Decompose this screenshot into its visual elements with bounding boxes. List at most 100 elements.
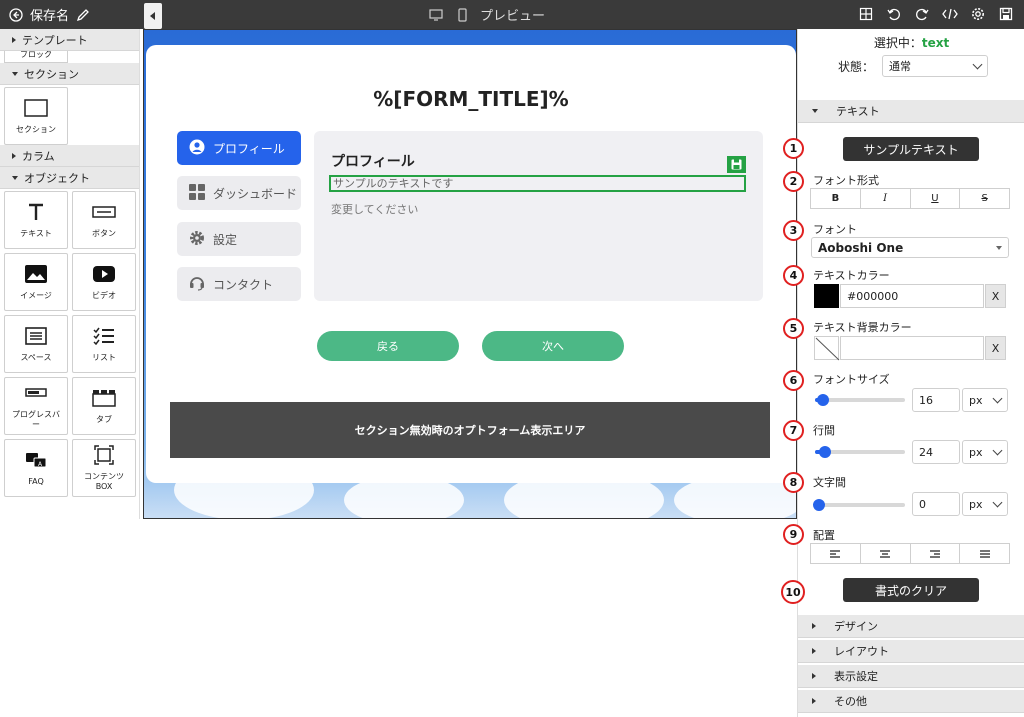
tab-settings[interactable]: 設定: [177, 222, 301, 256]
save-disk-icon[interactable]: [998, 6, 1014, 22]
section-header[interactable]: セクション: [0, 63, 139, 85]
list-icon: [92, 325, 116, 347]
caret-down-icon: [996, 245, 1002, 250]
desktop-icon[interactable]: [428, 7, 444, 23]
clear-format-button[interactable]: 書式のクリア: [843, 578, 979, 602]
back-button[interactable]: 戻る: [317, 331, 459, 361]
state-select[interactable]: 通常: [882, 55, 989, 77]
object-tile-list[interactable]: リスト: [72, 315, 136, 373]
text-color-clear-button[interactable]: X: [985, 284, 1006, 308]
slider-handle[interactable]: [819, 446, 831, 458]
caret-right-icon: [812, 648, 816, 654]
selected-text-element[interactable]: サンプルのテキストです: [329, 175, 746, 192]
gear-icon[interactable]: [970, 6, 986, 22]
align-left-button[interactable]: [811, 544, 861, 563]
save-name-label: 保存名: [30, 9, 70, 24]
text-bg-color-input[interactable]: [840, 336, 984, 360]
tab-contact[interactable]: コンタクト: [177, 267, 301, 301]
caret-down-icon: [12, 175, 18, 180]
save-badge-icon[interactable]: [727, 156, 746, 173]
strikethrough-button[interactable]: S: [960, 189, 1009, 208]
dashboard-icon: [189, 183, 205, 203]
object-tile-content-box[interactable]: コンテンツBOX: [72, 439, 136, 497]
align-justify-button[interactable]: [960, 544, 1009, 563]
text-bg-color-clear-button[interactable]: X: [985, 336, 1006, 360]
bold-button[interactable]: B: [811, 189, 861, 208]
section-grid: セクション: [0, 85, 139, 145]
template-header[interactable]: テンプレート: [0, 29, 139, 51]
code-icon[interactable]: [942, 6, 958, 22]
image-icon: [24, 263, 48, 285]
tab-profile[interactable]: プロフィール: [177, 131, 301, 165]
caret-down-icon: [812, 109, 818, 113]
font-size-input[interactable]: 16: [912, 388, 960, 412]
object-tile-faq[interactable]: A FAQ: [4, 439, 68, 497]
object-tile-tab[interactable]: タブ: [72, 377, 136, 435]
redo-icon[interactable]: [914, 6, 930, 22]
section-tile[interactable]: セクション: [4, 87, 68, 145]
other-section-header[interactable]: その他: [798, 690, 1024, 713]
caret-right-icon: [12, 152, 16, 159]
display-settings-section-header[interactable]: 表示設定: [798, 665, 1024, 688]
letter-spacing-label: 文字間: [813, 476, 846, 489]
marker-3: 3: [783, 220, 804, 241]
underline-button[interactable]: U: [911, 189, 961, 208]
object-tile-space[interactable]: スペース: [4, 315, 68, 373]
caret-right-icon: [812, 673, 816, 679]
object-tile-text[interactable]: テキスト: [4, 191, 68, 249]
form-title[interactable]: %[FORM_TITLE]%: [146, 87, 796, 111]
line-height-input[interactable]: 24: [912, 440, 960, 464]
user-icon: [189, 139, 205, 158]
pencil-icon[interactable]: [75, 7, 91, 23]
font-select[interactable]: Aoboshi One: [811, 237, 1009, 258]
slider-handle[interactable]: [813, 499, 825, 511]
italic-button[interactable]: I: [861, 189, 911, 208]
back-circle-icon[interactable]: [8, 7, 24, 23]
tab-dashboard[interactable]: ダッシュボード: [177, 176, 301, 210]
text-section-header[interactable]: テキスト: [798, 100, 1024, 123]
design-section-header[interactable]: デザイン: [798, 615, 1024, 638]
align-right-button[interactable]: [911, 544, 961, 563]
line-height-unit-select[interactable]: px: [962, 440, 1008, 464]
tab-icon: [92, 387, 116, 409]
align-label: 配置: [813, 529, 835, 542]
gear-icon: [189, 230, 205, 249]
button-icon: [92, 201, 116, 223]
object-tile-progressbar[interactable]: プログレスバー: [4, 377, 68, 435]
object-tile-video[interactable]: ビデオ: [72, 253, 136, 311]
collapse-panel-button[interactable]: [144, 3, 162, 29]
slider-handle[interactable]: [817, 394, 829, 406]
undo-icon[interactable]: [886, 6, 902, 22]
align-buttons: [810, 543, 1010, 564]
column-header[interactable]: カラム: [0, 145, 139, 167]
grid-icon[interactable]: [858, 6, 874, 22]
font-size-unit-select[interactable]: px: [962, 388, 1008, 412]
chevron-left-icon: [150, 12, 155, 20]
text-color-input[interactable]: #000000: [840, 284, 984, 308]
object-tile-image[interactable]: イメージ: [4, 253, 68, 311]
content-title[interactable]: プロフィール: [331, 151, 415, 171]
object-header[interactable]: オブジェクト: [0, 167, 139, 189]
text-color-swatch[interactable]: [814, 284, 839, 308]
letter-spacing-slider[interactable]: [813, 499, 905, 511]
section-icon: [24, 97, 48, 119]
layout-section-header[interactable]: レイアウト: [798, 640, 1024, 663]
letter-spacing-input[interactable]: 0: [912, 492, 960, 516]
font-size-slider[interactable]: [815, 394, 905, 406]
align-center-button[interactable]: [861, 544, 911, 563]
marker-10: 10: [781, 580, 805, 604]
sample-text-button[interactable]: サンプルテキスト: [843, 137, 979, 161]
object-tile-button[interactable]: ボタン: [72, 191, 136, 249]
content-subtext[interactable]: 変更してください: [331, 201, 418, 217]
content-panel: プロフィール サンプルのテキストです 変更してください: [314, 131, 763, 301]
next-button[interactable]: 次へ: [482, 331, 624, 361]
mobile-icon[interactable]: [454, 7, 470, 23]
preview-label[interactable]: プレビュー: [480, 5, 545, 24]
line-height-slider[interactable]: [815, 446, 905, 458]
letter-spacing-unit-select[interactable]: px: [962, 492, 1008, 516]
empty-color-swatch-icon[interactable]: [814, 336, 840, 361]
optout-form-area[interactable]: セクション無効時のオプトフォーム表示エリア: [170, 402, 770, 458]
font-size-label: フォントサイズ: [813, 373, 890, 386]
template-tile[interactable]: ブロック: [4, 51, 68, 63]
align-justify-icon: [979, 549, 990, 558]
